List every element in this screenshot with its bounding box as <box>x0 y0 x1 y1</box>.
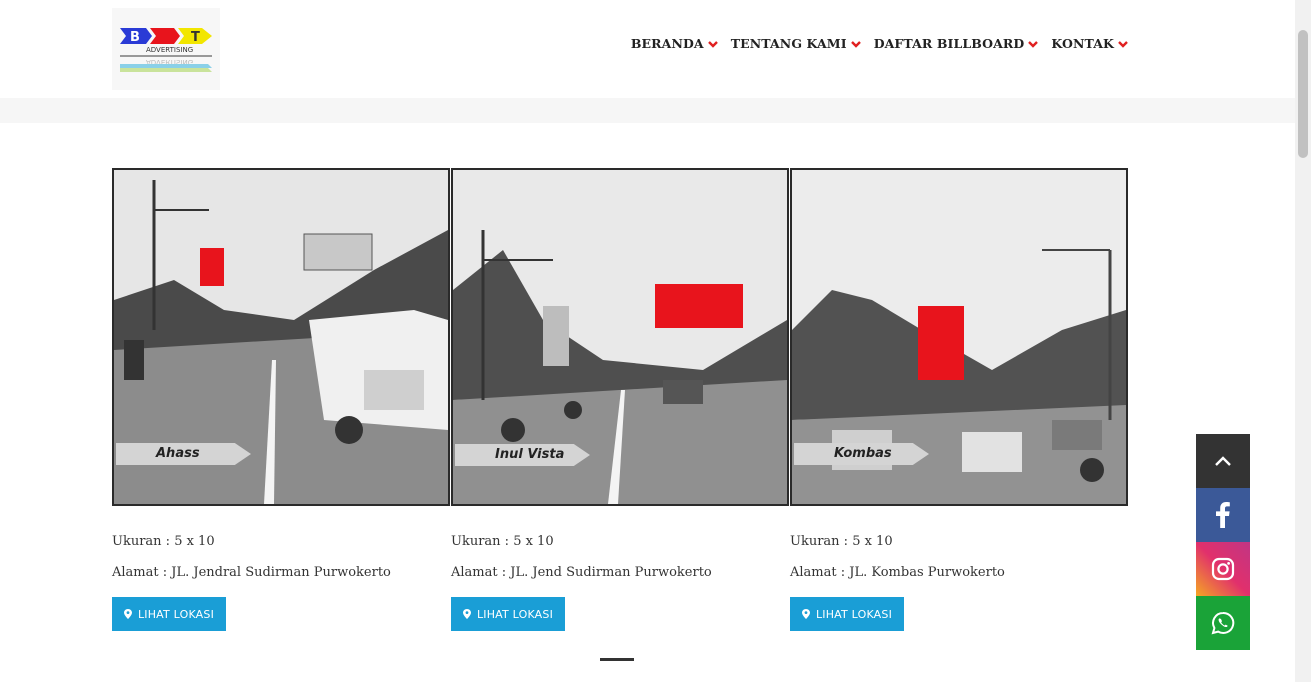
billboard-card: Ahass Ukuran : 5 x 10 Alamat : JL. Jendr… <box>112 168 450 631</box>
map-pin-icon <box>123 609 132 619</box>
lihat-lokasi-button[interactable]: LIHAT LOKASI <box>451 597 565 631</box>
facebook-button[interactable] <box>1196 488 1250 542</box>
button-label: LIHAT LOKASI <box>476 607 554 621</box>
logo-text: ADVERTISING <box>146 46 193 54</box>
nav-item-label: BERANDA <box>630 36 704 51</box>
chevron-down-icon <box>1028 40 1039 48</box>
map-pin-icon <box>462 609 471 619</box>
map-pin-icon <box>801 609 810 619</box>
whatsapp-button[interactable] <box>1196 596 1250 650</box>
logo-letter: T <box>191 30 200 45</box>
nav-item-label: DAFTAR BILLBOARD <box>873 36 1025 51</box>
nav-item-label: TENTANG KAMI <box>730 36 847 51</box>
billboard-photo[interactable]: Kombas <box>790 168 1128 506</box>
main-nav: BERANDA TENTANG KAMI DAFTAR BILLBOARD KO… <box>619 36 1129 51</box>
billboard-address: Alamat : JL. Jend Sudirman Purwokerto <box>451 565 712 580</box>
lihat-lokasi-button[interactable]: LIHAT LOKASI <box>790 597 904 631</box>
page-scrollbar[interactable] <box>1295 0 1311 682</box>
billboard-address: Alamat : JL. Kombas Purwokerto <box>790 565 1005 580</box>
site-header: B T ADVERTISING ADVERTISING BERANDA TENT… <box>0 0 1295 98</box>
instagram-icon <box>1211 557 1235 581</box>
nav-item-daftar-billboard[interactable]: DAFTAR BILLBOARD <box>874 36 1040 51</box>
billboard-size: Ukuran : 5 x 10 <box>790 534 893 549</box>
chevron-down-icon <box>707 40 718 48</box>
carousel-pager-indicator[interactable] <box>600 658 634 661</box>
nav-item-label: KONTAK <box>1051 36 1114 51</box>
nav-item-tentang-kami[interactable]: TENTANG KAMI <box>731 36 862 51</box>
button-label: LIHAT LOKASI <box>137 607 215 621</box>
header-band <box>0 98 1295 123</box>
nav-item-beranda[interactable]: BERANDA <box>631 36 719 51</box>
billboard-photo[interactable]: Inul Vista <box>451 168 789 506</box>
instagram-button[interactable] <box>1196 542 1250 596</box>
nav-item-kontak[interactable]: KONTAK <box>1051 36 1129 51</box>
billboard-address: Alamat : JL. Jendral Sudirman Purwokerto <box>112 565 391 580</box>
button-label: LIHAT LOKASI <box>815 607 893 621</box>
scrollbar-thumb[interactable] <box>1298 30 1308 158</box>
whatsapp-icon <box>1211 611 1235 635</box>
billboard-card: Inul Vista Ukuran : 5 x 10 Alamat : JL. … <box>451 168 789 631</box>
photo-location-label: Kombas <box>794 443 929 465</box>
facebook-icon <box>1216 502 1230 528</box>
photo-location-label: Inul Vista <box>455 444 590 466</box>
billboard-size: Ukuran : 5 x 10 <box>112 534 215 549</box>
chevron-down-icon <box>1118 40 1128 48</box>
chevron-down-icon <box>850 40 861 48</box>
photo-location-label: Ahass <box>116 443 251 465</box>
billboard-card: Kombas Ukuran : 5 x 10 Alamat : JL. Komb… <box>790 168 1128 631</box>
logo-letter: B <box>130 30 140 45</box>
chevron-up-icon <box>1215 456 1231 466</box>
scroll-top-button[interactable] <box>1196 434 1250 488</box>
site-logo[interactable]: B T ADVERTISING ADVERTISING <box>112 8 220 90</box>
billboard-photo[interactable]: Ahass <box>112 168 450 506</box>
lihat-lokasi-button[interactable]: LIHAT LOKASI <box>112 597 226 631</box>
billboard-size: Ukuran : 5 x 10 <box>451 534 554 549</box>
